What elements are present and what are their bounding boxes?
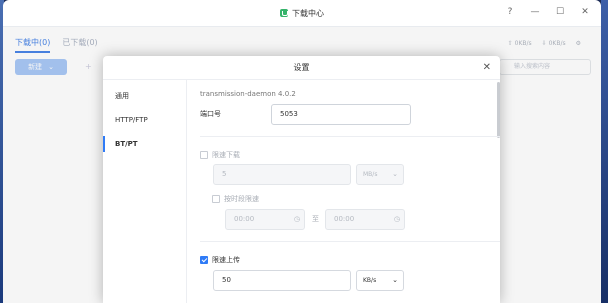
settings-dialog: 设置 ✕ 通用 HTTP/FTP BT/PT transmission-daem… bbox=[103, 56, 500, 303]
download-unit-select[interactable]: MB/s ⌄ bbox=[356, 164, 404, 185]
close-window-icon[interactable]: ✕ bbox=[579, 7, 591, 17]
window-title-text: 下载中心 bbox=[292, 8, 324, 18]
schedule-row: 按时段限速 bbox=[212, 194, 259, 204]
upload-unit-value: KB/s bbox=[363, 277, 377, 284]
port-label: 端口号 bbox=[200, 110, 221, 118]
chevron-down-icon: ⌄ bbox=[392, 170, 398, 178]
schedule-start-value: 00:00 bbox=[234, 215, 255, 223]
window-title: 下载中心 bbox=[280, 8, 324, 19]
chevron-down-icon: ⌄ bbox=[392, 276, 398, 284]
schedule-start-input[interactable]: 00:00 ◷ bbox=[225, 209, 305, 230]
desktop-background-right bbox=[601, 0, 608, 303]
upload-limit-input[interactable]: 50 bbox=[213, 270, 351, 291]
divider bbox=[200, 136, 500, 137]
schedule-checkbox[interactable] bbox=[212, 195, 220, 203]
scrollbar[interactable] bbox=[497, 82, 500, 138]
schedule-to-label: 至 bbox=[312, 215, 319, 223]
dialog-body: 通用 HTTP/FTP BT/PT transmission-daemon 4.… bbox=[103, 80, 500, 303]
close-icon[interactable]: ✕ bbox=[483, 56, 491, 80]
divider bbox=[200, 241, 500, 242]
schedule-end-input[interactable]: 00:00 ◷ bbox=[325, 209, 405, 230]
sidebar-item-general[interactable]: 通用 bbox=[103, 84, 186, 108]
limit-upload-label: 限速上传 bbox=[212, 256, 240, 264]
help-icon[interactable]: ? bbox=[504, 7, 516, 17]
download-center-app-icon bbox=[280, 9, 288, 17]
schedule-label: 按时段限速 bbox=[224, 195, 259, 203]
sidebar-item-http-ftp[interactable]: HTTP/FTP bbox=[103, 108, 186, 132]
maximize-icon[interactable]: ☐ bbox=[554, 7, 566, 17]
limit-download-checkbox[interactable] bbox=[200, 151, 208, 159]
daemon-version: transmission-daemon 4.0.2 bbox=[200, 90, 296, 98]
title-bar: 下载中心 ? — ☐ ✕ bbox=[3, 0, 601, 27]
window-controls: ? — ☐ ✕ bbox=[504, 7, 591, 17]
download-limit-input[interactable]: 5 bbox=[213, 164, 351, 185]
limit-upload-checkbox[interactable] bbox=[200, 256, 208, 264]
sidebar-item-bt-pt[interactable]: BT/PT bbox=[103, 132, 186, 156]
clock-icon: ◷ bbox=[393, 215, 400, 223]
dialog-title: 设置 bbox=[293, 63, 310, 72]
limit-download-label: 限速下载 bbox=[212, 151, 240, 159]
settings-sidebar: 通用 HTTP/FTP BT/PT bbox=[103, 80, 187, 303]
limit-upload-row: 限速上传 bbox=[200, 255, 240, 265]
settings-content: transmission-daemon 4.0.2 端口号 5053 限速下载 … bbox=[187, 80, 500, 303]
upload-unit-select[interactable]: KB/s ⌄ bbox=[356, 270, 404, 291]
dialog-header: 设置 ✕ bbox=[103, 56, 500, 80]
limit-download-row: 限速下载 bbox=[200, 150, 240, 160]
minimize-icon[interactable]: — bbox=[529, 7, 541, 17]
port-input[interactable]: 5053 bbox=[271, 104, 411, 125]
clock-icon: ◷ bbox=[293, 215, 300, 223]
download-unit-value: MB/s bbox=[363, 171, 378, 178]
schedule-end-value: 00:00 bbox=[334, 215, 355, 223]
